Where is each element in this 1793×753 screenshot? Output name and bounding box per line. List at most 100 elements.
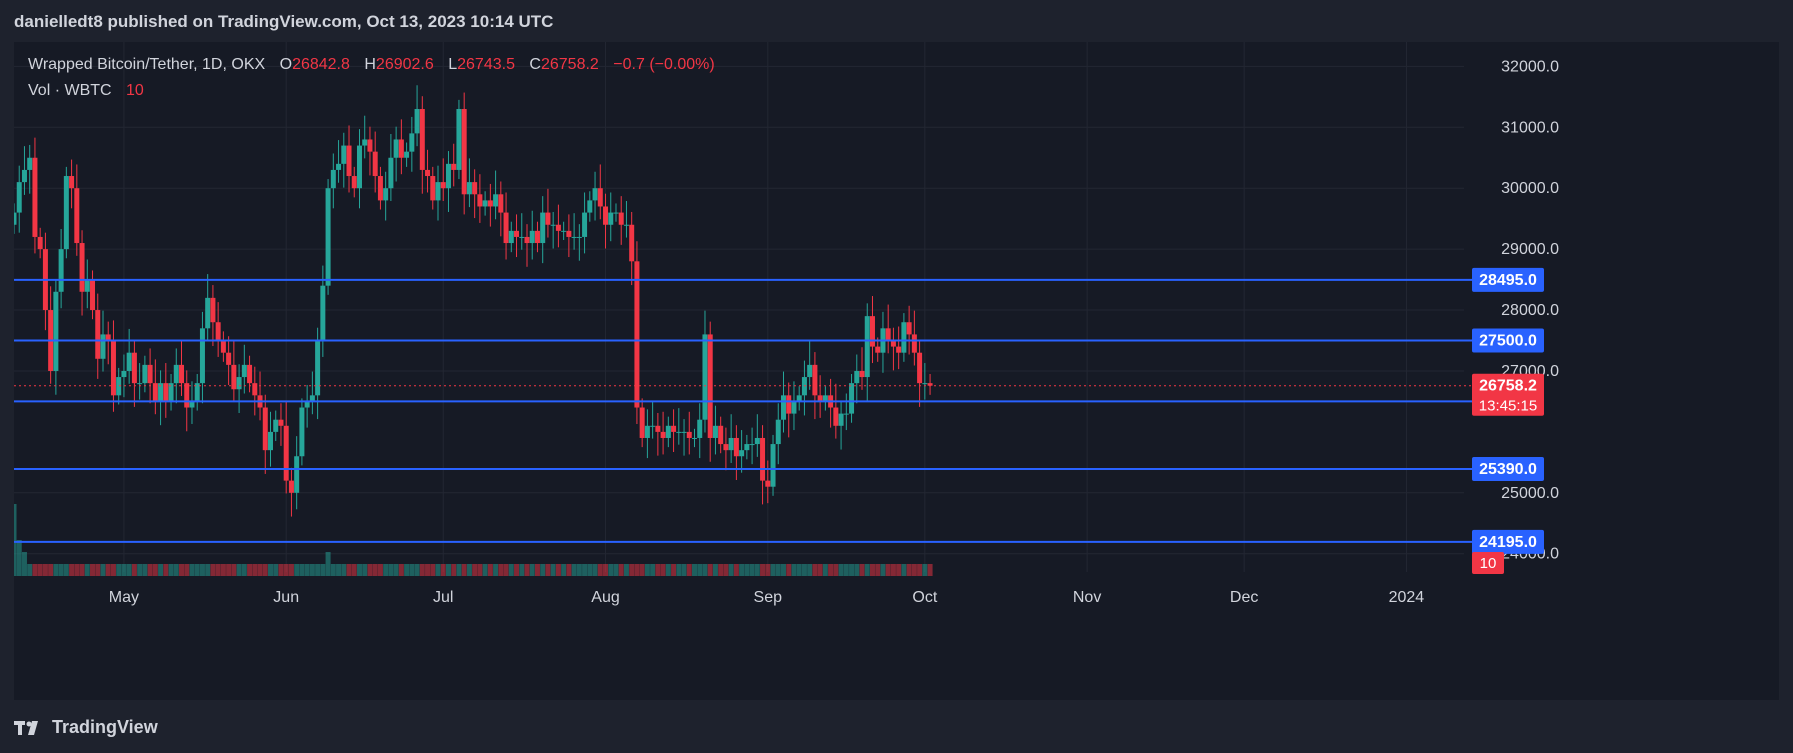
candle-body (241, 364, 247, 378)
volume-bar (346, 564, 352, 576)
x-tick-label: Dec (1230, 589, 1258, 606)
y-tick-label: 31000.0 (1501, 119, 1559, 136)
volume-bar (671, 564, 677, 576)
volume-bar (377, 564, 383, 576)
candle-body (514, 230, 520, 237)
candle-body (393, 139, 399, 158)
volume-bar (728, 564, 734, 576)
candlestick-chart[interactable]: 32000.031000.030000.029000.028000.027000… (11, 42, 1779, 700)
candle-body (582, 212, 588, 237)
volume-bar (634, 564, 640, 576)
high-label: H (364, 56, 376, 73)
volume-bar (210, 564, 216, 576)
candle-body (644, 425, 650, 438)
volume-bar (142, 564, 148, 576)
volume-bar (890, 564, 896, 576)
volume-bar (922, 564, 928, 576)
volume-bar (681, 564, 687, 576)
candle-body (367, 139, 373, 152)
volume-bar (550, 564, 556, 576)
chart-area[interactable]: 32000.0 31000.0 30000.0 29000.0 28000.0 27000… (11, 42, 1779, 700)
candle-body (179, 364, 185, 384)
candle-body (184, 383, 190, 408)
candle-body (341, 145, 347, 164)
volume-bar (498, 564, 504, 576)
countdown-label: 13:45:15 (1479, 398, 1537, 415)
volume-bar (299, 564, 305, 576)
candle-body (519, 236, 525, 238)
change-value: −0.7 (−0.00%) (613, 56, 715, 73)
candle-body (655, 425, 661, 432)
volume-bar (869, 564, 875, 576)
candle-body (838, 413, 844, 426)
volume-bar (409, 564, 415, 576)
candle-body (126, 352, 132, 371)
candle-body (608, 212, 614, 225)
brand-footer[interactable]: TradingView (14, 717, 158, 738)
candle-body (445, 163, 451, 189)
volume-bar (325, 552, 331, 576)
candle-body (69, 176, 75, 189)
volume-bar (545, 564, 551, 576)
candle-body (74, 188, 80, 244)
candle-body (671, 425, 677, 432)
volume-bar (100, 564, 106, 576)
candle-body (383, 188, 389, 201)
volume-bar (927, 564, 933, 576)
x-tick-label: Aug (591, 589, 619, 606)
volume-bar (445, 564, 451, 576)
volume-bar (257, 564, 263, 576)
candle-body (618, 212, 624, 225)
volume-bar (555, 564, 561, 576)
candle-body (686, 431, 692, 438)
candle-body (639, 407, 645, 438)
volume-bar (137, 564, 143, 576)
volume-bar (110, 564, 116, 576)
candle-body (875, 346, 881, 353)
candle-body (278, 419, 284, 426)
candle-body (215, 322, 221, 341)
candle-body (147, 364, 153, 384)
candle-body (377, 176, 383, 201)
volume-bar (822, 564, 828, 576)
candle-body (121, 370, 127, 378)
volume-bar (461, 564, 467, 576)
volume-bar (11, 504, 17, 576)
volume-bar (95, 564, 101, 576)
volume-bar (534, 564, 540, 576)
volume-bar (53, 564, 59, 576)
volume-bar (247, 564, 253, 576)
candle-body (142, 364, 148, 384)
close-value: 26758.2 (540, 56, 599, 73)
volume-bar (158, 564, 164, 576)
candle-body (58, 249, 64, 292)
volume-bar (896, 564, 902, 576)
candle-body (765, 480, 771, 487)
volume-bar (63, 564, 69, 576)
candle-body (472, 182, 478, 195)
candle-body (775, 419, 781, 445)
volume-bar (362, 564, 368, 576)
volume-bar (84, 564, 90, 576)
volume-bar (105, 564, 111, 576)
candle-body (906, 322, 912, 335)
candle-body (226, 352, 232, 365)
volume-bar (807, 564, 813, 576)
candle-body (346, 145, 352, 177)
volume-bar (451, 564, 457, 576)
candle-body (545, 212, 551, 225)
candle-body (425, 169, 431, 177)
volume-bar (383, 564, 389, 576)
x-tick-label: Sep (754, 589, 783, 606)
low-label: L (448, 56, 458, 73)
candle-body (267, 431, 273, 451)
volume-bar (739, 564, 745, 576)
x-tick-label: Nov (1073, 589, 1101, 606)
tradingview-logo-icon (14, 720, 38, 735)
y-tick-label: 29000.0 (1501, 241, 1559, 258)
candle-body (16, 182, 22, 213)
volume-bar (629, 564, 635, 576)
volume-bar (917, 564, 923, 576)
candle-body (283, 425, 289, 481)
x-tick-label: Oct (912, 589, 937, 606)
